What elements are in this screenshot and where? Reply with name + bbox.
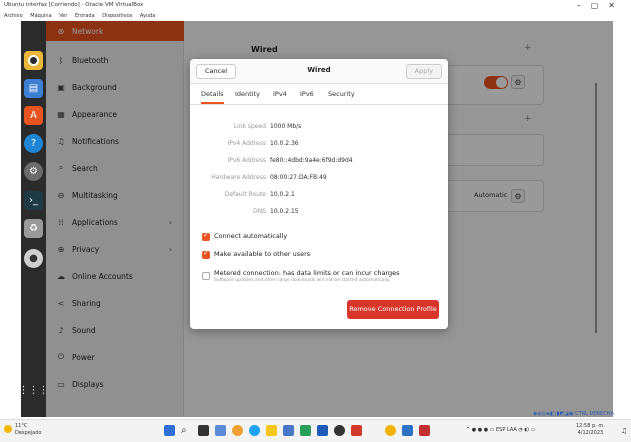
store-icon[interactable] [283, 425, 294, 436]
minimize-icon[interactable]: – [577, 1, 591, 10]
detail-label: DNS [253, 208, 266, 215]
teams-icon[interactable] [419, 425, 430, 436]
pdf-icon[interactable] [351, 425, 362, 436]
system-tray[interactable]: ^ ● ● ● ▭ ESP LAA ◔ ◖) ▭ [466, 427, 535, 433]
language-indicator[interactable]: ESP [496, 427, 505, 433]
weather-temperature: 11°C [15, 423, 28, 429]
excel-icon[interactable] [300, 425, 311, 436]
word-icon[interactable] [317, 425, 328, 436]
tab-security[interactable]: Security [328, 90, 355, 98]
menu-maquina[interactable]: Máquina [30, 13, 51, 19]
tab-ipv6[interactable]: IPv6 [300, 90, 314, 98]
host-key-label: CTRL DERECHA [575, 411, 614, 417]
disc-icon[interactable]: ● [24, 249, 43, 268]
host-menubar: Archivo Máquina Ver Entrada Dispositivos… [0, 11, 631, 21]
detail-label: Link speed [233, 123, 266, 130]
detail-row: Link speed 1000 Mb/s [190, 123, 448, 135]
metered-checkbox[interactable] [202, 272, 210, 280]
volume-icon[interactable]: ◖) [524, 427, 529, 433]
weather-text: 11°C Despejado [15, 423, 41, 437]
windows-start-icon[interactable] [164, 425, 175, 436]
notification-bell-icon[interactable]: ♫ [621, 427, 627, 435]
photos-icon[interactable] [385, 425, 396, 436]
battery-icon[interactable]: ▭ [531, 427, 536, 433]
files-icon[interactable]: ▤ [24, 79, 43, 98]
detail-row: IPv4 Address 10.0.2.36 [190, 140, 448, 152]
ubuntu-dock: ▤ A ? ⚙ ›_ ♻ ● ⋮⋮⋮ [21, 21, 49, 417]
make-available-label: Make available to other users [214, 250, 311, 258]
connect-automatically-label: Connect automatically [214, 232, 288, 240]
language-indicator-2: LAA [506, 427, 517, 433]
tab-ipv4[interactable]: IPv4 [273, 90, 287, 98]
clock-date: 4/12/2023 [577, 430, 604, 436]
maximize-icon[interactable]: ▢ [591, 1, 609, 10]
virtualbox-icon[interactable] [402, 425, 413, 436]
detail-value: fe80::4dbd:9a4e:6f9d:d9d4 [270, 157, 353, 164]
tray-chevron-icon[interactable]: ^ [466, 427, 470, 433]
menu-entrada[interactable]: Entrada [75, 13, 95, 19]
menu-ver[interactable]: Ver [59, 13, 67, 19]
file-explorer-icon[interactable] [266, 425, 277, 436]
make-available-checkbox[interactable] [202, 249, 210, 259]
detail-value: 08:00:27:DA:FB:49 [270, 174, 327, 181]
chrome-icon[interactable] [232, 425, 243, 436]
remove-connection-profile-button[interactable]: Remove Connection Profile [347, 300, 439, 319]
firefox-icon[interactable] [24, 51, 43, 70]
detail-row: DNS 10.0.2.15 [190, 208, 448, 220]
terminal-icon[interactable]: ›_ [24, 191, 43, 210]
settings-icon[interactable]: ⚙ [24, 162, 43, 181]
apply-button[interactable]: Apply [405, 64, 442, 79]
detail-label: Hardware Address [211, 174, 266, 181]
wifi-icon[interactable]: ◔ [518, 427, 522, 433]
metered-label: Metered connection: has data limits or c… [214, 269, 400, 277]
clock[interactable]: 12:58 p. m. 4/12/2023 [576, 423, 605, 437]
detail-value: 10.0.2.15 [270, 208, 299, 215]
obs-icon[interactable] [334, 425, 345, 436]
sun-icon [4, 425, 12, 433]
trash-icon[interactable]: ♻ [24, 219, 43, 238]
host-taskbar: 11°C Despejado ⌕ ^ ● ● ● ▭ ESP LAA ◔ ◖) … [0, 419, 631, 442]
detail-value: 10.0.2.1 [270, 191, 295, 198]
metered-sublabel: Software updates and other large downloa… [214, 278, 391, 283]
edge-icon[interactable] [249, 425, 260, 436]
menu-ayuda[interactable]: Ayuda [140, 13, 155, 19]
chat-icon[interactable] [215, 425, 226, 436]
detail-label: Default Route [224, 191, 266, 198]
host-window-title: Ubuntu interfaz [Corriendo] - Oracle VM … [4, 2, 144, 8]
vbox-status-icons: ◉◍◎◈◧◨◩◪▣ CTRL DERECHA [533, 411, 614, 417]
tab-identity[interactable]: Identity [235, 90, 260, 98]
dialog-tabs: Details Identity IPv4 IPv6 Security [190, 84, 448, 105]
detail-label: IPv6 Address [227, 157, 266, 164]
wired-dialog: Cancel Wired Apply Details Identity IPv4… [190, 59, 448, 329]
detail-label: IPv4 Address [227, 140, 266, 147]
tab-details[interactable]: Details [201, 90, 224, 104]
close-icon[interactable]: ✕ [608, 1, 625, 10]
task-view-icon[interactable] [198, 425, 209, 436]
weather-condition: Despejado [15, 430, 42, 436]
menu-archivo[interactable]: Archivo [4, 13, 23, 19]
vbox-device-icons: ◉◍◎◈◧◨◩◪▣ [533, 411, 574, 417]
show-apps-icon[interactable]: ⋮⋮⋮ [21, 381, 49, 400]
search-icon[interactable]: ⌕ [181, 425, 192, 436]
host-window-titlebar: Ubuntu interfaz [Corriendo] - Oracle VM … [0, 0, 631, 11]
help-icon[interactable]: ? [24, 134, 43, 153]
detail-row: Hardware Address 08:00:27:DA:FB:49 [190, 174, 448, 186]
detail-value: 1000 Mb/s [270, 123, 302, 130]
app-center-icon[interactable]: A [24, 106, 43, 125]
detail-value: 10.0.2.36 [270, 140, 299, 147]
connect-automatically-checkbox[interactable] [202, 231, 210, 241]
host-window-controls[interactable]: –▢✕ [577, 0, 625, 11]
dialog-header: Cancel Wired Apply [190, 59, 448, 84]
menu-dispositivos[interactable]: Dispositivos [102, 13, 132, 19]
clock-time: 12:58 p. m. [576, 423, 605, 429]
detail-row: Default Route 10.0.2.1 [190, 191, 448, 203]
tray-app-icons: ● ● ● ▭ [471, 427, 495, 433]
detail-row: IPv6 Address fe80::4dbd:9a4e:6f9d:d9d4 [190, 157, 448, 169]
